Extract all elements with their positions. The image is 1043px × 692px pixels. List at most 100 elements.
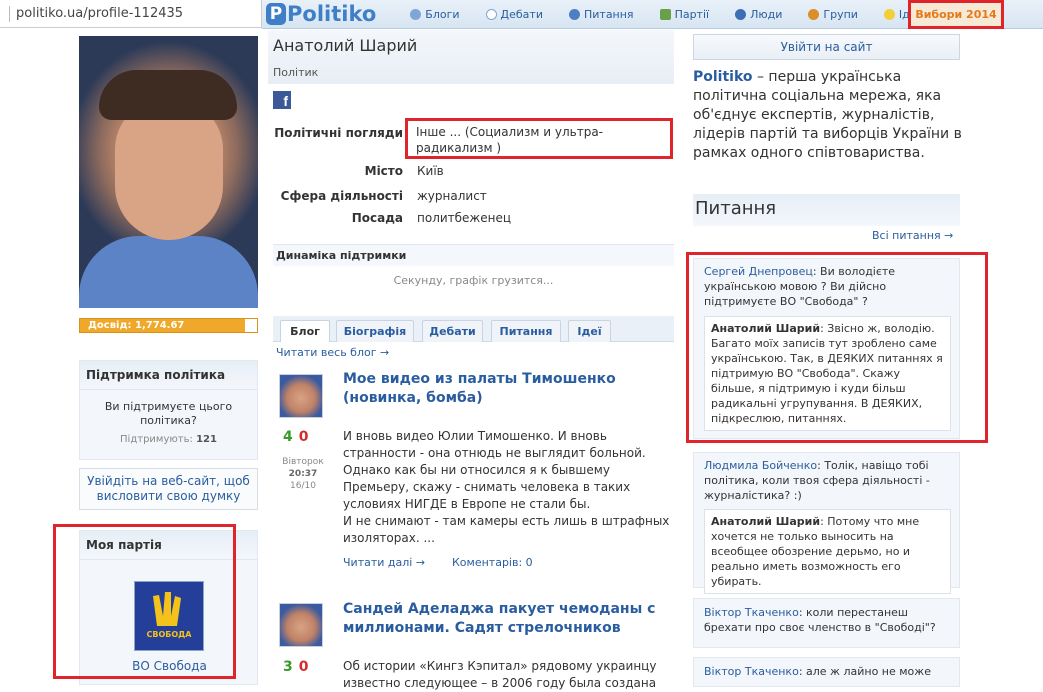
post-paragraph: Однако как бы ни относился я к бывшему П…	[343, 463, 631, 511]
field-value-city: Київ	[417, 164, 444, 178]
highlight-frame-question	[686, 252, 988, 443]
answer-author: Анатолий Шарий	[711, 515, 821, 528]
votes-up[interactable]: 3	[283, 659, 293, 675]
question-text: Віктор Ткаченко: але ж лайно не може	[694, 658, 959, 679]
tab-questions[interactable]: Питання	[491, 320, 561, 342]
site-about: Politiko – перша українська політична со…	[693, 68, 963, 163]
nav-item-label: Групи	[823, 7, 858, 21]
post-title[interactable]: Сандей Аделаджа пакует чемоданы с миллио…	[343, 600, 673, 638]
profile-tabs: Блог Біографія Дебати Питання Ідеї	[273, 316, 674, 342]
people-icon	[735, 8, 747, 20]
post-excerpt: И вновь видео Юлии Тимошенко. И вновь ст…	[343, 428, 673, 547]
post-votes: 40	[283, 429, 327, 445]
support-dynamics-title: Динаміка підтримки	[273, 245, 674, 266]
profile-name: Анатолий Шарий	[273, 36, 418, 55]
nav-item-elections-2014[interactable]: Вибори 2014	[908, 0, 1004, 29]
address-bar-url: politiko.ua/profile-112435	[16, 6, 184, 21]
speech-bubble-icon	[485, 8, 497, 20]
support-question: Ви підтримуєте цього політика?	[104, 400, 233, 427]
post-date-value: 16/10	[290, 481, 316, 491]
questions-title: Питання	[693, 194, 960, 226]
nav-item-label: Партії	[674, 7, 710, 21]
nav-item-parties[interactable]: Партії	[659, 7, 710, 21]
nav-item-label: Дебати	[500, 7, 543, 21]
question-icon	[568, 8, 580, 20]
party-icon	[659, 8, 671, 20]
blog-icon	[410, 8, 422, 20]
address-bar[interactable]: politiko.ua/profile-112435	[0, 0, 262, 28]
post-title[interactable]: Мое видео из палаты Тимошенко (новинка, …	[343, 370, 673, 408]
highlight-frame-party	[53, 524, 236, 679]
address-bar-divider	[4, 5, 10, 22]
nav-item-label: Питання	[583, 7, 634, 21]
support-politician-box: Підтримка політика Ви підтримуєте цього …	[79, 360, 258, 460]
about-brand: Politiko	[693, 69, 753, 85]
field-label: Політичні погляди	[274, 126, 403, 140]
post-date: Вівторок 20:37 16/10	[273, 456, 333, 492]
blog-post: 40 Вівторок 20:37 16/10 Мое видео из пал…	[273, 370, 674, 580]
question-author-link[interactable]: Віктор Ткаченко	[704, 606, 799, 619]
post-paragraph: И не снимают - там камеры есть лишь в шт…	[343, 514, 670, 545]
author-avatar[interactable]	[279, 603, 323, 647]
profile-header: Анатолий Шарий Політик	[268, 30, 674, 84]
field-label: Місто	[364, 164, 403, 178]
post-time: 20:37	[288, 469, 318, 479]
logo-text: Politiko	[287, 2, 377, 26]
votes-up[interactable]: 4	[283, 429, 293, 445]
read-all-blog-link[interactable]: Читати весь блог →	[276, 346, 389, 359]
blog-post: 30 Сандей Аделаджа пакует чемоданы с мил…	[273, 600, 674, 690]
votes-down[interactable]: 0	[299, 429, 309, 445]
question-card: Людмила Бойченко: Толік, навіщо тобі пол…	[693, 452, 960, 594]
tab-blog[interactable]: Блог	[280, 320, 330, 342]
question-author-link[interactable]: Віктор Ткаченко	[704, 665, 799, 678]
support-count-label: Підтримують:	[120, 434, 193, 445]
photo-shirt	[79, 236, 258, 308]
question-text: Людмила Бойченко: Толік, навіщо тобі пол…	[694, 453, 959, 503]
field-value-activity: журналист	[417, 189, 487, 203]
author-avatar[interactable]	[279, 374, 323, 418]
tab-ideas[interactable]: Ідеї	[568, 320, 611, 342]
comments-link[interactable]: Коментарів: 0	[452, 556, 533, 569]
post-day: Вівторок	[282, 457, 324, 467]
question-author-link[interactable]: Людмила Бойченко	[704, 459, 817, 472]
read-more-link[interactable]: Читати далі →	[343, 556, 425, 569]
votes-down[interactable]: 0	[299, 659, 309, 675]
nav-item-groups[interactable]: Групи	[808, 8, 858, 21]
question-card: Віктор Ткаченко: коли перестанеш брехати…	[693, 598, 960, 648]
experience-bar: Досвід: 1,774.67	[79, 318, 258, 333]
support-count: Підтримують: 121	[80, 434, 257, 445]
field-value-position: политбеженец	[417, 211, 512, 225]
top-navigation: P Politiko Блоги Дебати Питання Партії Л…	[262, 0, 1043, 29]
answer-block: Анатолий Шарий: Потому что мне хочется н…	[704, 509, 951, 594]
nav-item-questions[interactable]: Питання	[568, 7, 634, 21]
login-button[interactable]: Увійти на сайт	[693, 34, 960, 60]
nav-item-debates[interactable]: Дебати	[485, 7, 543, 21]
politiko-logo[interactable]: P Politiko	[266, 2, 376, 26]
photo-face	[115, 100, 223, 240]
support-count-value: 121	[196, 434, 217, 445]
question-card: Віктор Ткаченко: але ж лайно не може	[693, 657, 960, 687]
nav-item-label: Люди	[750, 7, 783, 21]
post-votes: 30	[283, 659, 327, 675]
facebook-icon[interactable]: f	[273, 91, 291, 109]
lightbulb-icon	[883, 8, 895, 20]
tab-debates[interactable]: Дебати	[422, 320, 483, 342]
profile-photo	[79, 36, 258, 308]
all-questions-link[interactable]: Всі питання →	[872, 229, 953, 242]
photo-hair	[99, 70, 237, 120]
nav-item-blogs[interactable]: Блоги	[410, 8, 460, 21]
logo-mark-icon: P	[266, 3, 286, 25]
field-label: Посада	[351, 211, 403, 225]
experience-label: Досвід: 1,774.67	[88, 320, 185, 331]
question-body: : але ж лайно не може	[798, 665, 931, 678]
highlight-frame-views	[405, 118, 673, 159]
login-to-vote-link[interactable]: Увійдіть на веб-сайт, щоб висловити свою…	[79, 468, 258, 510]
nav-item-people[interactable]: Люди	[735, 8, 782, 21]
post-excerpt: Об истории «Кингз Кэпитал» рядовому укра…	[343, 659, 657, 690]
support-title: Підтримка політика	[80, 361, 257, 390]
tab-biography[interactable]: Біографія	[336, 320, 414, 342]
post-paragraph: И вновь видео Юлии Тимошенко. И вновь ст…	[343, 429, 646, 460]
experience-bar-remainder	[245, 319, 257, 332]
question-text: Віктор Ткаченко: коли перестанеш брехати…	[694, 599, 959, 635]
support-dynamics: Динаміка підтримки Секунду, графік грузи…	[273, 244, 674, 301]
